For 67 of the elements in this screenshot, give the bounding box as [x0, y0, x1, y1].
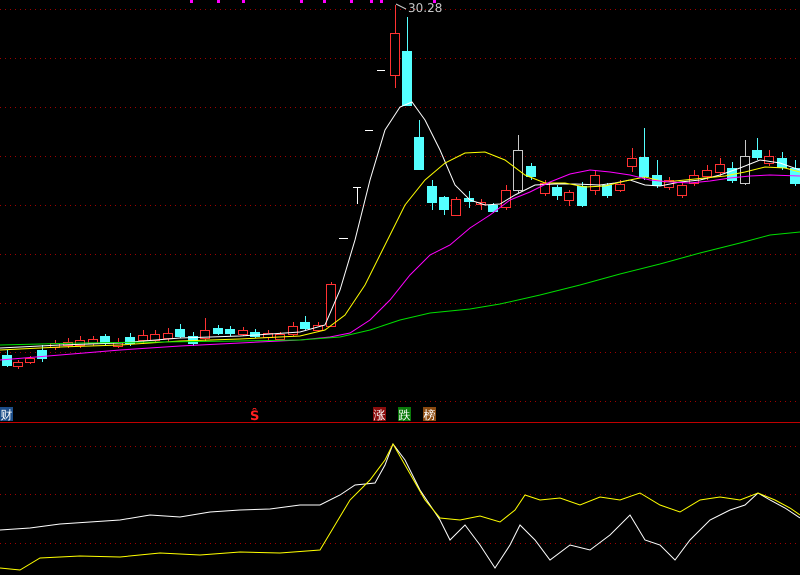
- doji-candlestick: [338, 238, 348, 239]
- candlestick: [702, 164, 712, 180]
- candlestick: [764, 150, 774, 166]
- doji-candlestick: [352, 186, 362, 204]
- candlestick: [590, 170, 600, 196]
- candlestick: [464, 190, 474, 208]
- candlestick: [552, 184, 562, 200]
- candlestick: [200, 318, 210, 342]
- candlestick: [75, 336, 85, 348]
- candlestick: [627, 148, 637, 172]
- candlestick: [150, 330, 160, 344]
- candlestick: [125, 332, 135, 346]
- candlestick: [113, 338, 123, 348]
- candlestick: [300, 316, 310, 330]
- candlestick: [540, 180, 550, 196]
- candlestick: [577, 182, 587, 208]
- candlestick: [752, 138, 762, 160]
- candlestick: [100, 334, 110, 346]
- candlestick: [615, 180, 625, 192]
- leader-line: [396, 4, 406, 10]
- candlestick: [639, 128, 649, 180]
- doji-candlestick: [376, 70, 386, 71]
- event-mark[interactable]: Ŝ: [250, 409, 260, 424]
- candlestick: [790, 160, 800, 186]
- candlestick: [88, 336, 98, 346]
- candlestick: [664, 176, 674, 190]
- candlestick: [50, 340, 60, 350]
- candlestick: [451, 196, 461, 216]
- event-tag[interactable]: 跌: [398, 407, 411, 422]
- candlestick: [652, 160, 662, 188]
- candlestick: [238, 326, 248, 336]
- candlestick: [526, 162, 536, 180]
- candlestick: [163, 328, 173, 342]
- candlestick: [488, 202, 498, 214]
- candlestick: [326, 282, 336, 327]
- candlestick: [727, 162, 737, 184]
- event-tag[interactable]: 涨: [373, 407, 386, 422]
- candlestick: [275, 332, 285, 342]
- candlestick: [513, 134, 523, 194]
- event-tag[interactable]: 财: [0, 407, 13, 422]
- candlestick: [37, 344, 47, 362]
- candlestick: [175, 324, 185, 338]
- candlestick: [63, 338, 73, 348]
- candlestick: [313, 322, 323, 332]
- candlestick: [439, 196, 449, 216]
- event-tag[interactable]: 榜: [423, 407, 436, 422]
- candlestick: [777, 152, 787, 170]
- candlestick: [138, 330, 148, 344]
- candlestick: [250, 328, 260, 338]
- candlestick: [602, 182, 612, 198]
- doji-candlestick: [364, 130, 374, 131]
- candlestick: [225, 326, 235, 336]
- candlestick: [288, 322, 298, 336]
- candlestick: [427, 180, 437, 210]
- candlestick: [501, 184, 511, 210]
- candlestick: [677, 182, 687, 198]
- price-label: 30.28: [408, 1, 442, 15]
- candlestick: [213, 324, 223, 336]
- candlestick: [263, 330, 273, 340]
- candlestick: [188, 332, 198, 346]
- candlestick: [476, 198, 486, 210]
- candlestick: [25, 356, 35, 364]
- candlestick: [740, 140, 750, 186]
- candlestick: [564, 190, 574, 206]
- candlestick: [689, 170, 699, 186]
- candlestick: [715, 158, 725, 176]
- candlestick: [414, 120, 424, 170]
